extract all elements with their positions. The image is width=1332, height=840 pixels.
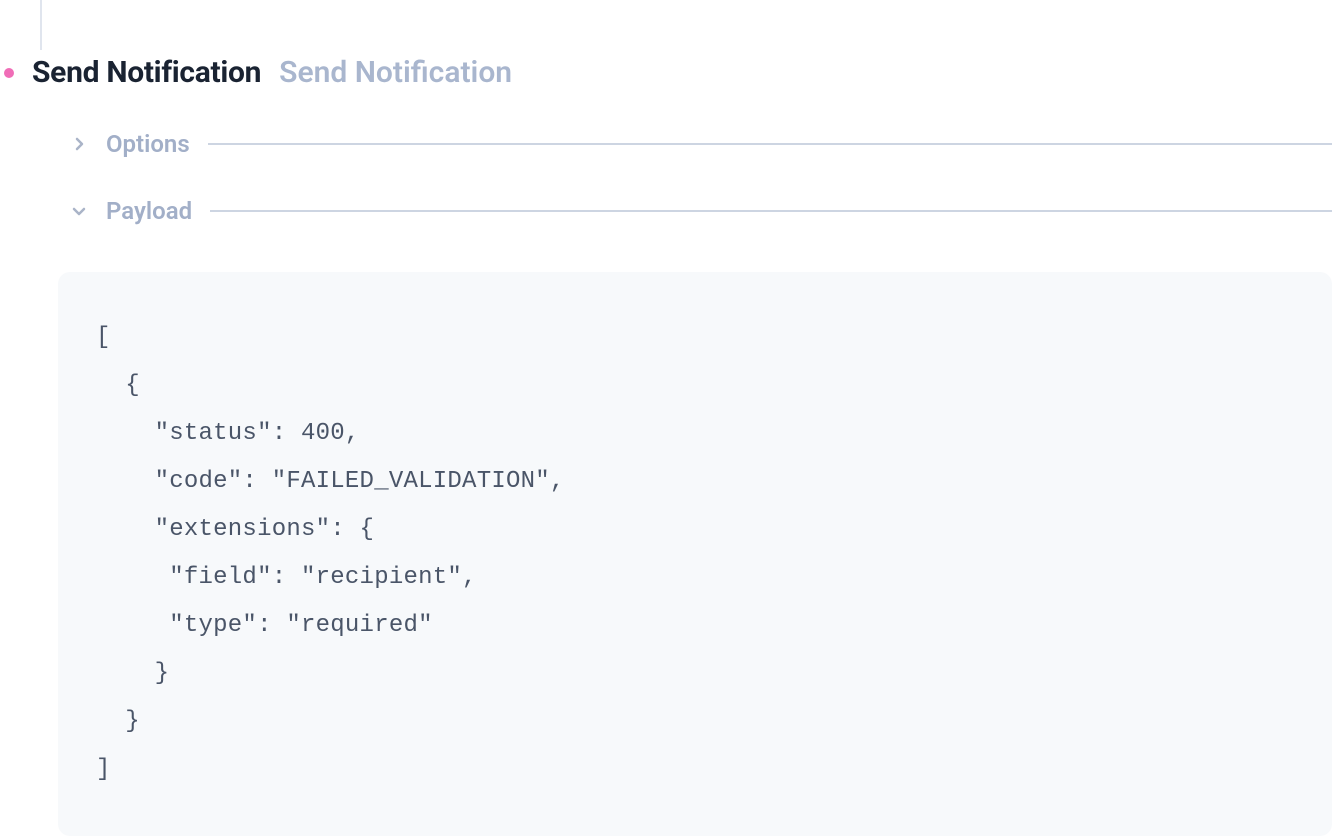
- section-divider: [210, 210, 1332, 212]
- step-title: Send Notification: [32, 55, 261, 90]
- section-payload-label: Payload: [106, 197, 192, 225]
- section-options-label: Options: [106, 130, 190, 158]
- step-subtitle: Send Notification: [279, 55, 512, 90]
- section-divider: [208, 143, 1332, 145]
- timeline-connector: [40, 0, 42, 50]
- step-status-dot: [4, 68, 14, 78]
- step-header: Send Notification Send Notification: [4, 55, 512, 90]
- payload-code-block: [ { "status": 400, "code": "FAILED_VALID…: [58, 272, 1332, 836]
- section-payload-header[interactable]: Payload: [70, 197, 1332, 225]
- chevron-right-icon[interactable]: [70, 135, 88, 153]
- payload-json: [ { "status": 400, "code": "FAILED_VALID…: [96, 314, 1294, 794]
- chevron-down-icon[interactable]: [70, 202, 88, 220]
- section-options-header[interactable]: Options: [70, 130, 1332, 158]
